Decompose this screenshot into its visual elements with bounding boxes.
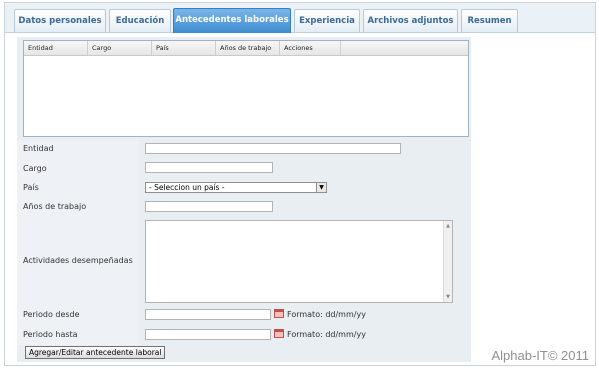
grid-col-cargo[interactable]: Cargo (88, 41, 152, 55)
watermark-text: Alphab-IT© 2011 (491, 348, 589, 363)
periodo-desde-input[interactable] (145, 309, 271, 320)
actividades-textarea[interactable]: ▲ ▼ (145, 220, 453, 303)
grid-col-entidad[interactable]: Entidad (24, 41, 88, 55)
cargo-label: Cargo (23, 164, 47, 173)
grid-col-acciones[interactable]: Acciones (280, 41, 341, 55)
actividades-label: Actividades desempeñadas (23, 256, 133, 265)
periodo-desde-format: Formato: dd/mm/yy (287, 310, 366, 319)
grid-col-anios[interactable]: Años de trabajo (216, 41, 280, 55)
tab-educacion[interactable]: Educación (109, 9, 171, 32)
grid-body (24, 57, 468, 136)
antecedentes-panel: Entidad Cargo País Años de trabajo Accio… (17, 37, 471, 362)
grid-header: Entidad Cargo País Años de trabajo Accio… (24, 41, 468, 56)
entidad-input[interactable] (145, 143, 401, 154)
pais-label: País (23, 183, 39, 192)
tab-resumen[interactable]: Resumen (461, 9, 518, 32)
agregar-editar-button[interactable]: Agregar/Editar antecedente laboral (25, 346, 166, 359)
scroll-down-icon[interactable]: ▼ (444, 294, 452, 300)
calendar-icon[interactable] (274, 309, 284, 318)
calendar-icon[interactable] (274, 329, 284, 338)
periodo-hasta-format: Formato: dd/mm/yy (287, 330, 366, 339)
tab-experiencia[interactable]: Experiencia (294, 9, 360, 32)
pais-selected-value: - Seleccion un país - (149, 183, 225, 192)
tab-archivos-adjuntos[interactable]: Archivos adjuntos (363, 9, 458, 32)
tab-antecedentes-laborales[interactable]: Antecedentes laborales (173, 8, 291, 33)
periodo-hasta-input[interactable] (145, 329, 271, 340)
chevron-down-icon[interactable]: ▼ (316, 183, 326, 192)
application-frame: Datos personales Educación Antecedentes … (4, 2, 596, 366)
scroll-up-icon[interactable]: ▲ (444, 223, 452, 229)
anios-label: Años de trabajo (23, 202, 87, 211)
antecedentes-grid: Entidad Cargo País Años de trabajo Accio… (23, 40, 469, 137)
textarea-scrollbar[interactable]: ▲ ▼ (443, 221, 452, 302)
anios-input[interactable] (145, 201, 273, 212)
pais-select[interactable]: - Seleccion un país - ▼ (145, 182, 327, 193)
tab-datos-personales[interactable]: Datos personales (14, 9, 106, 32)
tab-bar: Datos personales Educación Antecedentes … (5, 3, 595, 33)
periodo-desde-label: Periodo desde (23, 310, 80, 319)
entidad-label: Entidad (23, 144, 54, 153)
periodo-hasta-label: Periodo hasta (23, 330, 78, 339)
grid-col-pais[interactable]: País (152, 41, 216, 55)
cargo-input[interactable] (145, 162, 273, 173)
